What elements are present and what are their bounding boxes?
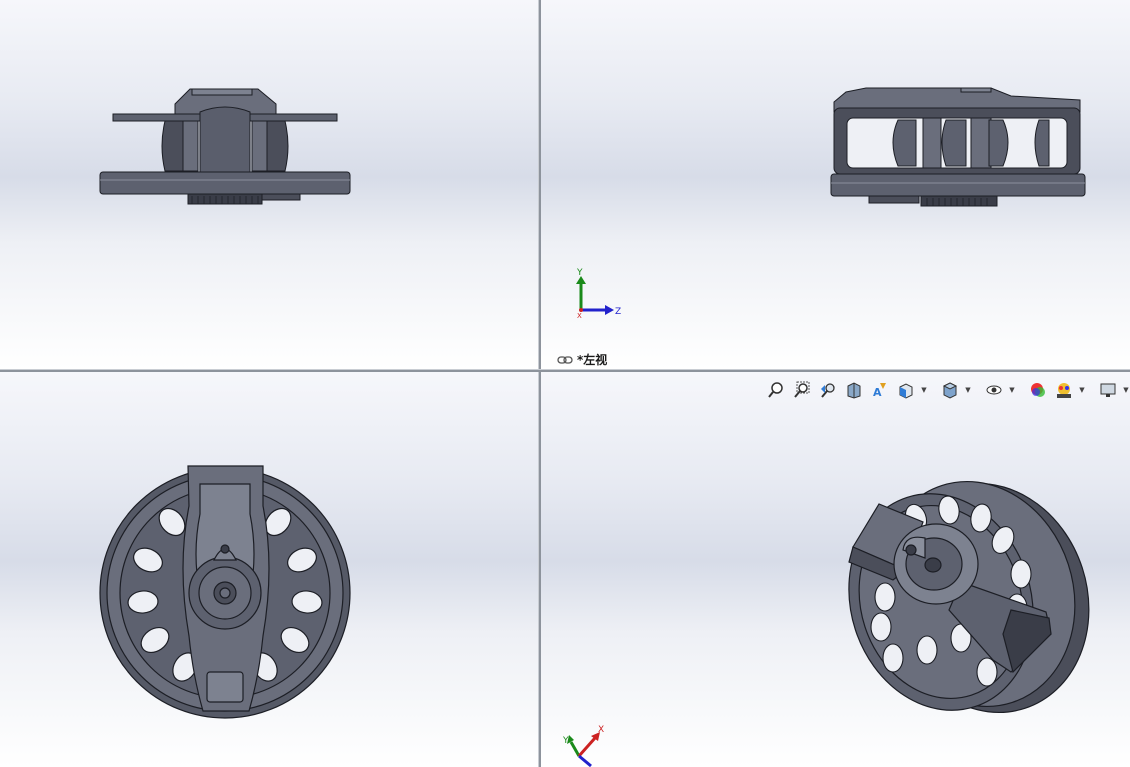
triad-y-label: Y: [576, 268, 583, 278]
link-view-icon: [557, 355, 573, 364]
model-front-view: [99, 88, 351, 205]
vertical-viewport-splitter[interactable]: [538, 0, 541, 767]
coordinate-triad-iso: Y X: [562, 725, 604, 767]
coordinate-triad: Y Z X: [576, 268, 621, 318]
model-isometric-view: [848, 480, 1090, 714]
view-name-label: *左视: [557, 351, 607, 368]
isometric-viewport[interactable]: A ▼ ▼ ▼ ▼ ▼ Y X: [541, 372, 1130, 767]
triad-x-label: X: [577, 312, 582, 318]
triad-x-label-iso: X: [598, 725, 604, 735]
triad-y-label-iso: Y: [562, 736, 569, 746]
model-left-view: [830, 87, 1086, 207]
triad-z-label: Z: [615, 307, 621, 317]
horizontal-viewport-splitter[interactable]: [0, 369, 1130, 372]
model-top-view: [99, 465, 351, 719]
top-viewport[interactable]: [0, 372, 538, 767]
view-name-text: *左视: [577, 353, 608, 367]
front-viewport[interactable]: [0, 0, 538, 369]
left-viewport[interactable]: Y Z X *左视: [541, 0, 1130, 369]
